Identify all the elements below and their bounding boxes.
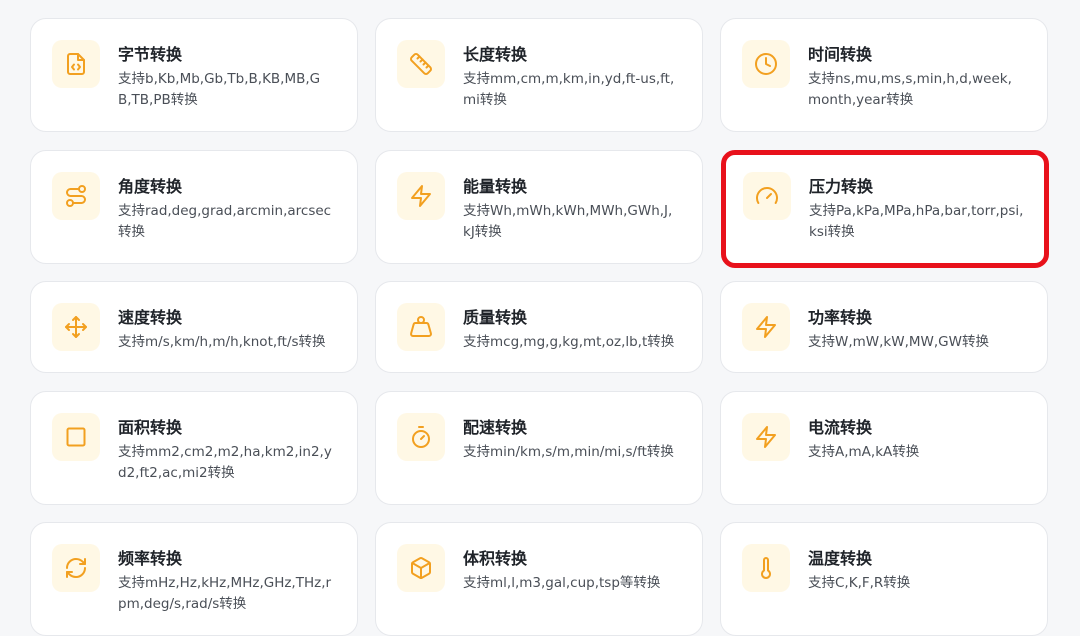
clock-icon	[742, 40, 790, 88]
card-title: 能量转换	[463, 177, 528, 196]
card-description: 支持C,K,F,R转换	[808, 575, 911, 591]
card-title: 时间转换	[808, 45, 873, 64]
card-description: 支持W,mW,kW,MW,GW转换	[808, 334, 989, 350]
card-description: 支持mcg,mg,g,kg,mt,oz,lb,t转换	[463, 334, 675, 350]
card-title: 速度转换	[118, 308, 183, 327]
card-title: 频率转换	[118, 549, 183, 568]
card-description: 支持ml,l,m3,gal,cup,tsp等转换	[463, 575, 661, 591]
card-byte-conversion[interactable]: 字节转换 支持b,Kb,Mb,Gb,Tb,B,KB,MB,GB,TB,PB转换	[30, 18, 358, 132]
route-icon	[52, 172, 100, 220]
card-title: 面积转换	[118, 418, 183, 437]
square-icon	[52, 413, 100, 461]
card-description: 支持mm,cm,m,km,in,yd,ft-us,ft,mi转换	[463, 71, 675, 108]
card-title: 功率转换	[808, 308, 873, 327]
card-pace-conversion[interactable]: 配速转换 支持min/km,s/m,min/mi,s/ft转换	[375, 391, 703, 505]
thermometer-icon	[742, 544, 790, 592]
card-title: 长度转换	[463, 45, 528, 64]
card-time-conversion[interactable]: 时间转换 支持ns,mu,ms,s,min,h,d,week,month,yea…	[720, 18, 1048, 132]
zap-icon	[397, 172, 445, 220]
card-title: 体积转换	[463, 549, 528, 568]
card-title: 质量转换	[463, 308, 528, 327]
move-icon	[52, 303, 100, 351]
zap-icon	[742, 413, 790, 461]
gauge-icon	[743, 172, 791, 220]
file-code-icon	[52, 40, 100, 88]
card-description: 支持Wh,mWh,kWh,MWh,GWh,J,kJ转换	[463, 203, 673, 240]
card-energy-conversion[interactable]: 能量转换 支持Wh,mWh,kWh,MWh,GWh,J,kJ转换	[375, 150, 703, 264]
weight-icon	[397, 303, 445, 351]
box-icon	[397, 544, 445, 592]
card-speed-conversion[interactable]: 速度转换 支持m/s,km/h,m/h,knot,ft/s转换	[30, 281, 358, 373]
card-volume-conversion[interactable]: 体积转换 支持ml,l,m3,gal,cup,tsp等转换	[375, 522, 703, 636]
card-power-conversion[interactable]: 功率转换 支持W,mW,kW,MW,GW转换	[720, 281, 1048, 373]
card-current-conversion[interactable]: 电流转换 支持A,mA,kA转换	[720, 391, 1048, 505]
card-pressure-conversion[interactable]: 压力转换 支持Pa,kPa,MPa,hPa,bar,torr,psi,ksi转换	[721, 150, 1049, 268]
card-description: 支持ns,mu,ms,s,min,h,d,week,month,year转换	[808, 71, 1012, 108]
refresh-icon	[52, 544, 100, 592]
card-title: 电流转换	[808, 418, 873, 437]
card-description: 支持A,mA,kA转换	[808, 444, 920, 460]
card-frequency-conversion[interactable]: 频率转换 支持mHz,Hz,kHz,MHz,GHz,THz,rpm,deg/s,…	[30, 522, 358, 636]
card-angle-conversion[interactable]: 角度转换 支持rad,deg,grad,arcmin,arcsec转换	[30, 150, 358, 264]
card-title: 温度转换	[808, 549, 873, 568]
card-description: 支持min/km,s/m,min/mi,s/ft转换	[463, 444, 674, 460]
card-description: 支持rad,deg,grad,arcmin,arcsec转换	[118, 203, 332, 240]
card-length-conversion[interactable]: 长度转换 支持mm,cm,m,km,in,yd,ft-us,ft,mi转换	[375, 18, 703, 132]
card-temperature-conversion[interactable]: 温度转换 支持C,K,F,R转换	[720, 522, 1048, 636]
card-description: 支持mm2,cm2,m2,ha,km2,in2,yd2,ft2,ac,mi2转换	[118, 444, 332, 481]
ruler-icon	[397, 40, 445, 88]
card-title: 字节转换	[118, 45, 183, 64]
card-description: 支持Pa,kPa,MPa,hPa,bar,torr,psi,ksi转换	[809, 203, 1024, 240]
timer-icon	[397, 413, 445, 461]
card-title: 配速转换	[463, 418, 528, 437]
card-description: 支持b,Kb,Mb,Gb,Tb,B,KB,MB,GB,TB,PB转换	[118, 71, 321, 108]
zap-icon	[742, 303, 790, 351]
card-mass-conversion[interactable]: 质量转换 支持mcg,mg,g,kg,mt,oz,lb,t转换	[375, 281, 703, 373]
card-area-conversion[interactable]: 面积转换 支持mm2,cm2,m2,ha,km2,in2,yd2,ft2,ac,…	[30, 391, 358, 505]
card-title: 压力转换	[809, 177, 874, 196]
card-description: 支持m/s,km/h,m/h,knot,ft/s转换	[118, 334, 326, 350]
card-title: 角度转换	[118, 177, 183, 196]
card-description: 支持mHz,Hz,kHz,MHz,GHz,THz,rpm,deg/s,rad/s…	[118, 575, 332, 612]
